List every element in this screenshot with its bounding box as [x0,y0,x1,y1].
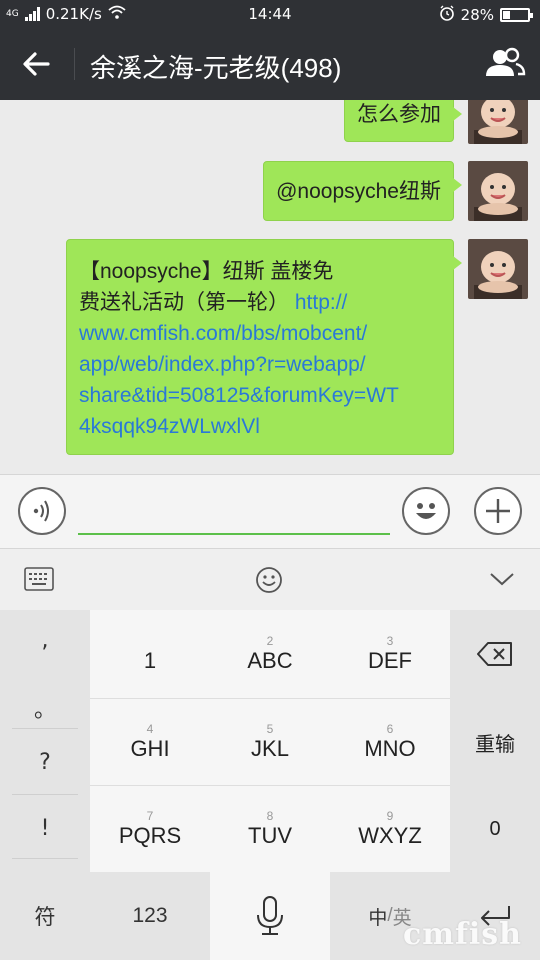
battery-fill [503,11,510,19]
plus-icon [486,499,510,523]
key-number: 4 [146,722,154,736]
message-line: 【noopsyche】纽斯 盖楼免 [79,260,334,283]
keyboard: , 。 ? ! 1 2 ABC 3 DEF 4 GHI 5 JKL 6 MNO 7 PQRS… [0,610,540,960]
message-link[interactable]: 4ksqqk94zWLwxlVl [79,411,441,442]
message-link[interactable]: http:// [295,291,348,314]
message-input[interactable] [78,487,390,535]
key-number: 7 [146,809,154,823]
symbols-key[interactable]: 符 [0,872,90,960]
group-members-icon[interactable] [482,42,528,86]
status-bar: 4G 0.21K/s 14:44 28% [0,0,540,28]
key-mno[interactable]: 6 MNO [330,698,450,786]
chat-header: 余溪之海-元老级(498) [0,28,540,100]
punct-key[interactable]: , [12,628,78,653]
punct-key[interactable]: 。 [12,692,78,724]
key-label: PQRS [118,823,182,848]
divider [12,858,78,859]
voice-icon [33,500,49,522]
key-number: 2 [266,634,274,648]
reinput-key[interactable]: 重输 [450,698,540,786]
voice-input-button[interactable] [18,487,66,535]
key-def[interactable]: 3 DEF [330,610,450,698]
key-abc[interactable]: 2 ABC [210,610,330,698]
emoji-button[interactable] [402,487,450,535]
key-label: TUV [248,823,292,848]
divider [12,794,78,795]
key-0[interactable]: 0 [450,785,540,873]
function-column: 重输 0 [450,610,540,872]
message-text: @noopsyche纽斯 [276,180,441,203]
key-label: 0 [489,817,501,840]
message-link[interactable]: www.cmfish.com/bbs/mobcent/ [79,318,441,349]
avatar[interactable] [468,239,528,299]
punct-key[interactable]: ! [12,816,78,841]
chat-area[interactable]: 怎么参加 @noopsyche纽斯 【noopsyche】纽斯 盖楼免 费送礼活… [0,100,540,474]
key-label: 123 [132,904,168,927]
arrow-left-icon[interactable] [14,42,58,86]
keyboard-icon[interactable] [24,567,54,595]
key-wxyz[interactable]: 9 WXYZ [330,785,450,873]
key-pqrs[interactable]: 7 PQRS [90,785,210,873]
chat-title: 余溪之海-元老级(498) [90,53,342,83]
smiley-icon [416,503,436,519]
key-label: GHI [130,736,170,761]
divider [12,728,78,729]
header-divider [74,48,75,80]
key-label: JKL [251,736,289,761]
message-bubble[interactable]: 【noopsyche】纽斯 盖楼免 费送礼活动（第一轮） http:// www… [66,239,462,455]
backspace-icon [477,642,512,666]
lang-zh: 中 [368,907,388,929]
key-label: 符 [34,906,56,929]
key-label: DEF [368,648,412,673]
message-bubble[interactable]: 怎么参加 [344,100,462,142]
key-ghi[interactable]: 4 GHI [90,698,210,786]
avatar[interactable] [468,100,528,144]
message-link[interactable]: app/web/index.php?r=webapp/ [79,349,441,380]
space-voice-key[interactable] [210,872,330,960]
delete-key[interactable] [450,610,540,698]
key-1[interactable]: 1 [90,610,210,698]
key-label: 重输 [475,733,515,756]
message-link[interactable]: share&tid=508125&forumKey=WT [79,380,441,411]
message-text: 怎么参加 [357,103,441,126]
punctuation-column: , 。 ? ! [0,610,90,872]
battery-icon [500,8,533,22]
key-label: MNO [364,736,416,761]
battery-percent: 28% [460,6,494,24]
key-number: 5 [266,722,274,736]
alarm-icon [439,5,455,25]
more-button[interactable] [474,487,522,535]
key-number: 9 [386,809,394,823]
avatar[interactable] [468,161,528,221]
punct-key[interactable]: ? [12,750,78,775]
key-label: ABC [247,648,293,673]
microphone-icon [257,896,283,935]
numbers-key[interactable]: 123 [90,872,210,960]
keyboard-toolbar [0,548,540,610]
message-bubble[interactable]: @noopsyche纽斯 [263,161,462,221]
key-label: 1 [143,648,157,673]
key-label: WXYZ [358,823,422,848]
emoji-keyboard-icon[interactable] [254,565,284,599]
key-jkl[interactable]: 5 JKL [210,698,330,786]
key-number: 6 [386,722,394,736]
key-tuv[interactable]: 8 TUV [210,785,330,873]
key-number: 3 [386,634,394,648]
message-line: 费送礼活动（第一轮） [79,291,289,314]
chevron-down-icon[interactable] [488,569,516,593]
watermark: cmfish [402,917,522,952]
key-number: 8 [266,809,274,823]
input-bar [0,474,540,548]
